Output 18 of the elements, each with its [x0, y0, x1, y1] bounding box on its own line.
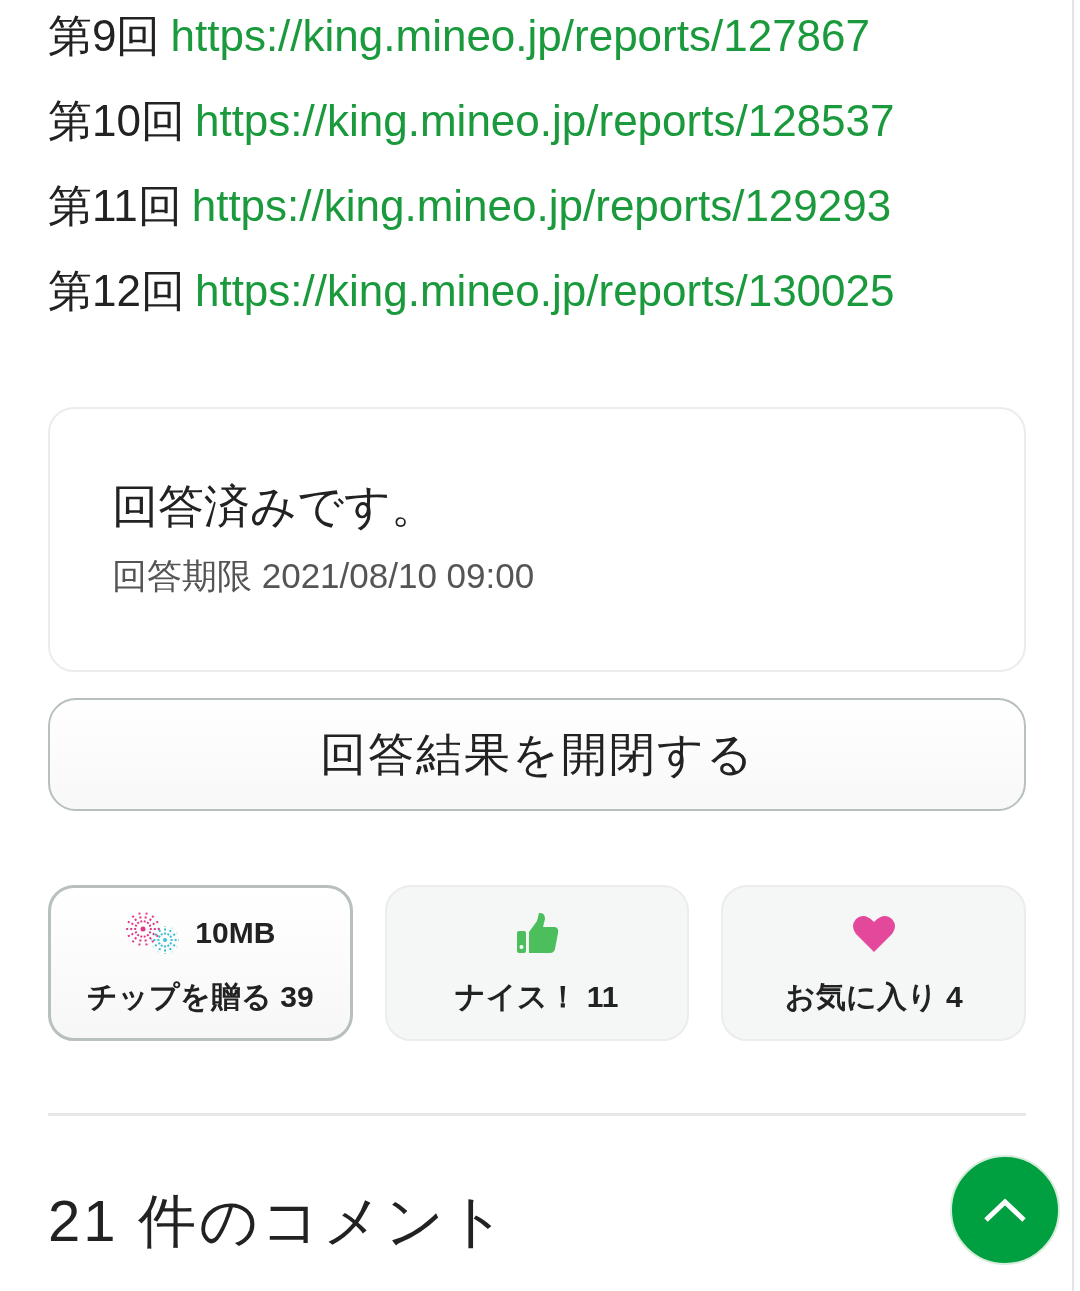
report-label: 第10回: [48, 95, 185, 147]
report-link[interactable]: https://king.mineo.jp/reports/130025: [194, 265, 895, 317]
tip-button[interactable]: 10MB チップを贈る 39: [48, 885, 353, 1041]
toggle-results-button[interactable]: 回答結果を開閉する: [48, 698, 1026, 811]
tip-amount: 10MB: [195, 915, 276, 950]
chevron-up-icon: [983, 1197, 1027, 1223]
report-label: 第12回: [48, 265, 185, 317]
thumbs-up-icon: [515, 910, 559, 955]
report-link[interactable]: https://king.mineo.jp/reports/128537: [194, 95, 895, 147]
report-label: 第11回: [48, 180, 182, 232]
status-title: 回答済みです。: [112, 479, 438, 533]
nice-button[interactable]: ナイス！ 11: [384, 885, 690, 1041]
favorite-button[interactable]: お気に入り 4: [721, 885, 1026, 1041]
report-link[interactable]: https://king.mineo.jp/reports/129293: [191, 180, 892, 232]
report-label: 第9回: [48, 10, 161, 62]
comments-heading: 21 件のコメント: [48, 1187, 509, 1255]
report-link[interactable]: https://king.mineo.jp/reports/127867: [170, 10, 870, 62]
deadline-text: 回答期限 2021/08/10 09:00: [112, 555, 536, 597]
